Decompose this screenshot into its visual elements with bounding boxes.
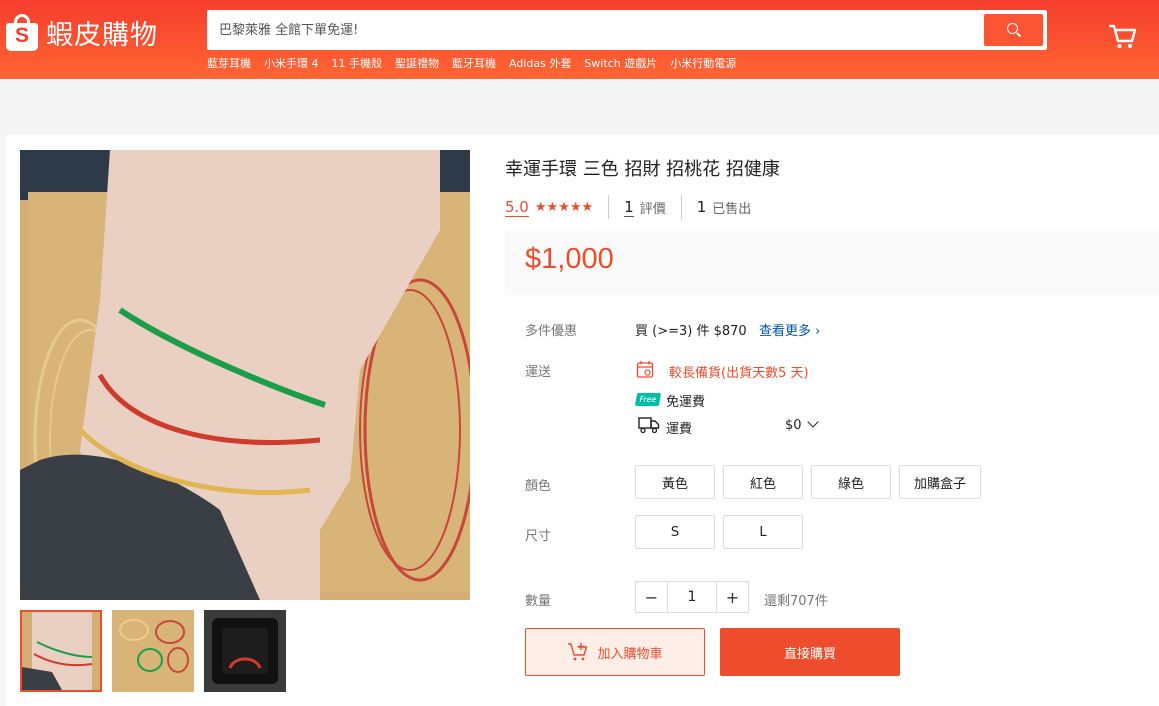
product-price: $1,000 — [525, 243, 614, 275]
add-to-cart-label: 加入購物車 — [597, 646, 663, 662]
search-hint[interactable]: 小米手環 4 — [264, 55, 319, 71]
rating-row: 5.0 ★★★★★ 1 評價 1 已售出 — [505, 195, 751, 219]
chevron-right-icon: › — [815, 324, 821, 339]
search-bar — [207, 10, 1047, 50]
add-to-cart-button[interactable]: 加入購物車 — [525, 628, 705, 676]
search-icon — [1006, 23, 1021, 37]
quantity-stepper: − 1 + — [635, 581, 749, 613]
bulk-discount-label: 多件優惠 — [525, 324, 578, 339]
sold-count: 1 — [696, 198, 707, 216]
sold-label: 已售出 — [712, 201, 752, 217]
cart-icon[interactable] — [1108, 22, 1138, 50]
search-hint[interactable]: 藍芽耳機 — [207, 55, 251, 71]
reviews-count[interactable]: 1 — [624, 198, 634, 217]
search-hint[interactable]: 11 手機殼 — [332, 55, 383, 71]
buy-now-button[interactable]: 直接購買 — [720, 628, 900, 676]
search-input[interactable] — [207, 10, 977, 50]
color-option-box[interactable]: 加購盒子 — [899, 465, 981, 499]
rating-stars-icon: ★★★★★ — [534, 199, 594, 215]
quantity-label: 數量 — [525, 594, 552, 609]
product-title: 幸運手環 三色 招財 招桃花 招健康 — [505, 159, 780, 180]
shipping-fee-value[interactable]: $0 — [785, 416, 819, 433]
divider — [680, 195, 682, 219]
bulk-more-label: 查看更多 — [759, 324, 812, 339]
shopping-bag-icon: S — [6, 14, 38, 51]
truck-icon — [638, 417, 660, 434]
size-option-s[interactable]: S — [635, 515, 715, 549]
bulk-discount-more-link[interactable]: 查看更多 › — [759, 320, 820, 339]
product-thumbnail[interactable] — [204, 610, 286, 692]
shipping-prep-time: 較長備貨(出貨天數5 天) — [669, 366, 809, 381]
shipping-label: 運送 — [525, 365, 552, 380]
price-box: $1,000 — [505, 229, 1159, 295]
stock-remaining: 還剩707件 — [764, 594, 828, 609]
product-thumbnail[interactable] — [112, 610, 194, 692]
product-main-image[interactable] — [20, 150, 470, 600]
search-hint[interactable]: Adidas 外套 — [509, 55, 571, 71]
shipping-fee-label: 運費 — [666, 422, 693, 437]
search-hint[interactable]: 小米行動電源 — [670, 55, 736, 71]
header-bar: S 蝦皮購物 藍芽耳機 小米手環 4 11 手機殼 聖誕禮物 藍牙耳機 Adid… — [0, 0, 1159, 79]
size-label: 尺寸 — [525, 529, 552, 544]
add-cart-icon — [568, 643, 588, 661]
search-hint[interactable]: 聖誕禮物 — [395, 55, 439, 71]
chevron-down-icon — [807, 416, 819, 428]
quantity-increase-button[interactable]: + — [717, 582, 748, 612]
product-thumbnail[interactable] — [20, 610, 102, 692]
quantity-input[interactable]: 1 — [667, 582, 717, 612]
color-label: 顏色 — [525, 479, 552, 494]
search-button[interactable] — [984, 14, 1043, 46]
bulk-discount-text: 買 (>=3) 件 $870 — [635, 324, 747, 339]
logo-text: 蝦皮購物 — [46, 20, 158, 51]
shipping-fee-amount: $0 — [785, 418, 802, 433]
color-option-green[interactable]: 綠色 — [811, 465, 891, 499]
divider — [608, 195, 610, 219]
search-hint[interactable]: Switch 遊戲片 — [584, 55, 657, 71]
rating-value[interactable]: 5.0 — [505, 198, 529, 217]
free-shipping-text: 免運費 — [666, 395, 706, 410]
color-option-red[interactable]: 紅色 — [723, 465, 803, 499]
shopee-logo[interactable]: S 蝦皮購物 — [6, 13, 158, 52]
color-option-yellow[interactable]: 黃色 — [635, 465, 715, 499]
free-shipping-badge-icon: Free — [634, 393, 662, 406]
search-hints: 藍芽耳機 小米手環 4 11 手機殼 聖誕禮物 藍牙耳機 Adidas 外套 S… — [207, 55, 736, 71]
search-hint[interactable]: 藍牙耳機 — [452, 55, 496, 71]
reviews-label: 評價 — [639, 201, 666, 217]
calendar-icon — [636, 361, 654, 378]
size-option-l[interactable]: L — [723, 515, 803, 549]
quantity-decrease-button[interactable]: − — [636, 582, 667, 612]
